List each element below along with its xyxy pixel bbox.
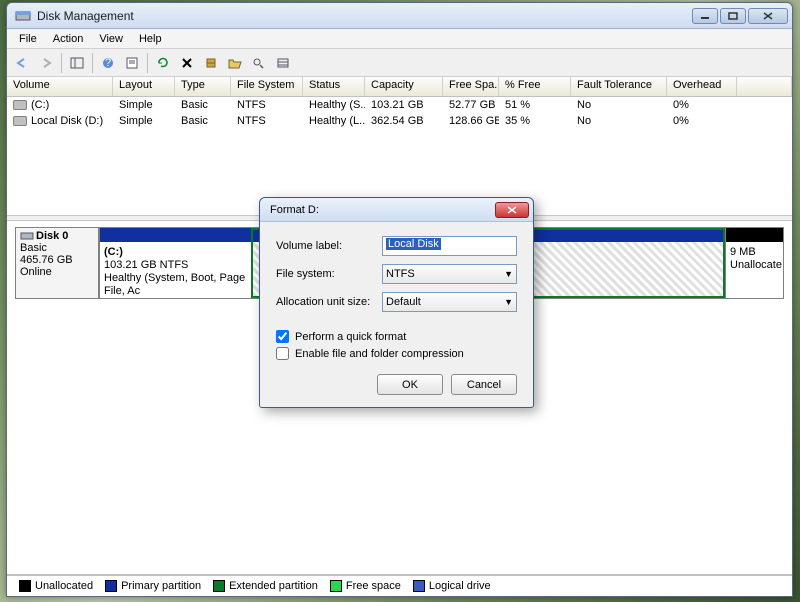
menu-view[interactable]: View [91, 31, 131, 47]
volume-label-label: Volume label: [276, 240, 382, 252]
close-button[interactable] [748, 8, 788, 24]
legend-swatch-extended [213, 580, 225, 592]
menu-help[interactable]: Help [131, 31, 170, 47]
col-layout[interactable]: Layout [113, 77, 175, 96]
legend-swatch-primary [105, 580, 117, 592]
legend: Unallocated Primary partition Extended p… [7, 574, 792, 596]
legend-swatch-unallocated [19, 580, 31, 592]
dialog-title: Format D: [270, 204, 319, 216]
file-system-select[interactable]: NTFS▼ [382, 264, 517, 284]
dialog-close-button[interactable] [495, 202, 529, 218]
format-dialog: Format D: Volume label: Local Disk File … [259, 197, 534, 408]
quick-format-label: Perform a quick format [295, 331, 406, 343]
col-overhead[interactable]: Overhead [667, 77, 737, 96]
maximize-button[interactable] [720, 8, 746, 24]
col-type[interactable]: Type [175, 77, 231, 96]
find-button[interactable] [248, 52, 270, 74]
allocation-unit-label: Allocation unit size: [276, 296, 382, 308]
legend-swatch-free [330, 580, 342, 592]
app-icon [15, 8, 31, 24]
menu-action[interactable]: Action [45, 31, 92, 47]
volume-list-header: Volume Layout Type File System Status Ca… [7, 77, 792, 97]
volume-icon [13, 116, 27, 126]
table-row[interactable]: (C:) Simple Basic NTFS Healthy (S... 103… [7, 97, 792, 113]
table-row[interactable]: Local Disk (D:) Simple Basic NTFS Health… [7, 113, 792, 129]
help-button[interactable]: ? [97, 52, 119, 74]
window-title: Disk Management [37, 9, 692, 23]
delete-button[interactable] [176, 52, 198, 74]
show-hide-button[interactable] [66, 52, 88, 74]
menubar: File Action View Help [7, 29, 792, 49]
ok-button[interactable]: OK [377, 374, 443, 395]
partition-c[interactable]: (C:) 103.21 GB NTFS Healthy (System, Boo… [99, 228, 251, 298]
disk-info[interactable]: Disk 0 Basic 465.76 GB Online [15, 227, 99, 299]
compression-label: Enable file and folder compression [295, 348, 464, 360]
file-system-label: File system: [276, 268, 382, 280]
quick-format-checkbox[interactable] [276, 330, 289, 343]
settings-button[interactable] [200, 52, 222, 74]
list-button[interactable] [272, 52, 294, 74]
allocation-unit-select[interactable]: Default▼ [382, 292, 517, 312]
dialog-titlebar[interactable]: Format D: [260, 198, 533, 222]
minimize-button[interactable] [692, 8, 718, 24]
forward-button[interactable] [35, 52, 57, 74]
toolbar: ? [7, 49, 792, 77]
legend-swatch-logical [413, 580, 425, 592]
disk-icon [20, 230, 34, 242]
volume-icon [13, 100, 27, 110]
col-fs[interactable]: File System [231, 77, 303, 96]
back-button[interactable] [11, 52, 33, 74]
col-fault[interactable]: Fault Tolerance [571, 77, 667, 96]
col-capacity[interactable]: Capacity [365, 77, 443, 96]
compression-checkbox[interactable] [276, 347, 289, 360]
volume-label-input[interactable]: Local Disk [382, 236, 517, 256]
chevron-down-icon: ▼ [504, 297, 513, 307]
properties-button[interactable] [121, 52, 143, 74]
col-status[interactable]: Status [303, 77, 365, 96]
cancel-button[interactable]: Cancel [451, 374, 517, 395]
titlebar[interactable]: Disk Management [7, 3, 792, 29]
refresh-button[interactable] [152, 52, 174, 74]
col-free[interactable]: Free Spa... [443, 77, 499, 96]
open-button[interactable] [224, 52, 246, 74]
menu-file[interactable]: File [11, 31, 45, 47]
partition-unallocated[interactable]: 9 MB Unallocate [725, 228, 783, 298]
col-volume[interactable]: Volume [7, 77, 113, 96]
chevron-down-icon: ▼ [504, 269, 513, 279]
col-pfree[interactable]: % Free [499, 77, 571, 96]
svg-text:?: ? [105, 57, 111, 69]
